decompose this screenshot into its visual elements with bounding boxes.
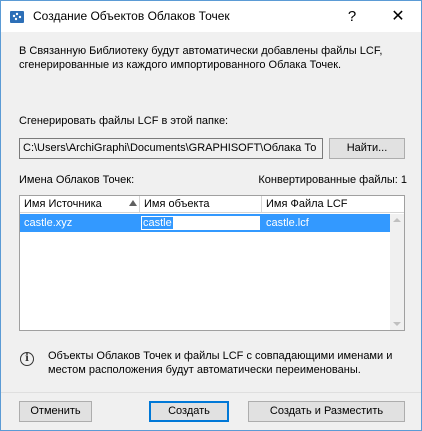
column-header-lcf-file-name[interactable]: Имя Файла LCF: [262, 196, 390, 213]
help-icon[interactable]: ?: [340, 7, 364, 27]
folder-label: Сгенерировать файлы LCF в этой папке:: [19, 115, 229, 127]
column-header-source-name[interactable]: Имя Источника: [20, 196, 140, 213]
table-row[interactable]: castle.xyz castle castle.lcf: [20, 214, 390, 232]
dialog-content: В Связанную Библиотеку будут автоматичес…: [1, 32, 421, 392]
list-header: Имя Источника Имя объекта Имя Файла LCF: [20, 196, 404, 213]
object-name-edit-field[interactable]: castle: [140, 215, 261, 231]
column-header-object-name[interactable]: Имя объекта: [140, 196, 262, 213]
scroll-down-arrow-icon[interactable]: [393, 322, 401, 326]
source-name-cell: castle.xyz: [24, 217, 73, 229]
dialog-footer: Отменить Создать Создать и Разместить: [1, 392, 421, 430]
converted-files-count: 1: [400, 174, 407, 186]
column-header-object-name-label: Имя объекта: [144, 198, 210, 210]
create-and-place-button[interactable]: Создать и Разместить: [248, 401, 405, 422]
sort-ascending-icon[interactable]: [129, 200, 137, 206]
column-header-source-name-label: Имя Источника: [24, 198, 102, 210]
list-scrollbar[interactable]: [390, 214, 404, 330]
lcf-folder-path-field[interactable]: C:\Users\ArchiGraphi\Documents\GRAPHISOF…: [19, 138, 323, 159]
scroll-up-arrow-icon[interactable]: [393, 218, 401, 222]
dialog-window: Создание Объектов Облаков Точек ? ✕ В Св…: [0, 0, 422, 431]
converted-files-label: Конвертированные файлы:: [258, 174, 398, 186]
cancel-button[interactable]: Отменить: [19, 401, 92, 422]
browse-button[interactable]: Найти...: [329, 138, 405, 159]
intro-text: В Связанную Библиотеку будут автоматичес…: [19, 45, 383, 71]
archicad-point-cloud-icon: [10, 11, 24, 23]
close-icon[interactable]: ✕: [386, 7, 410, 27]
lcf-file-name-cell: castle.lcf: [266, 217, 309, 229]
create-button[interactable]: Создать: [149, 401, 229, 422]
title-bar: Создание Объектов Облаков Точек ? ✕: [1, 1, 421, 32]
point-cloud-list[interactable]: Имя Источника Имя объекта Имя Файла LCF …: [19, 195, 405, 331]
column-header-lcf-file-name-label: Имя Файла LCF: [266, 198, 348, 210]
info-text: Объекты Облаков Точек и файлы LCF с совп…: [48, 350, 393, 376]
object-name-selected-text: castle: [142, 217, 173, 229]
point-cloud-names-label: Имена Облаков Точек:: [19, 174, 135, 186]
info-icon: i: [20, 352, 34, 366]
converted-files-counter: Конвертированные файлы: 1: [255, 174, 407, 186]
window-title: Создание Объектов Облаков Точек: [33, 9, 230, 23]
